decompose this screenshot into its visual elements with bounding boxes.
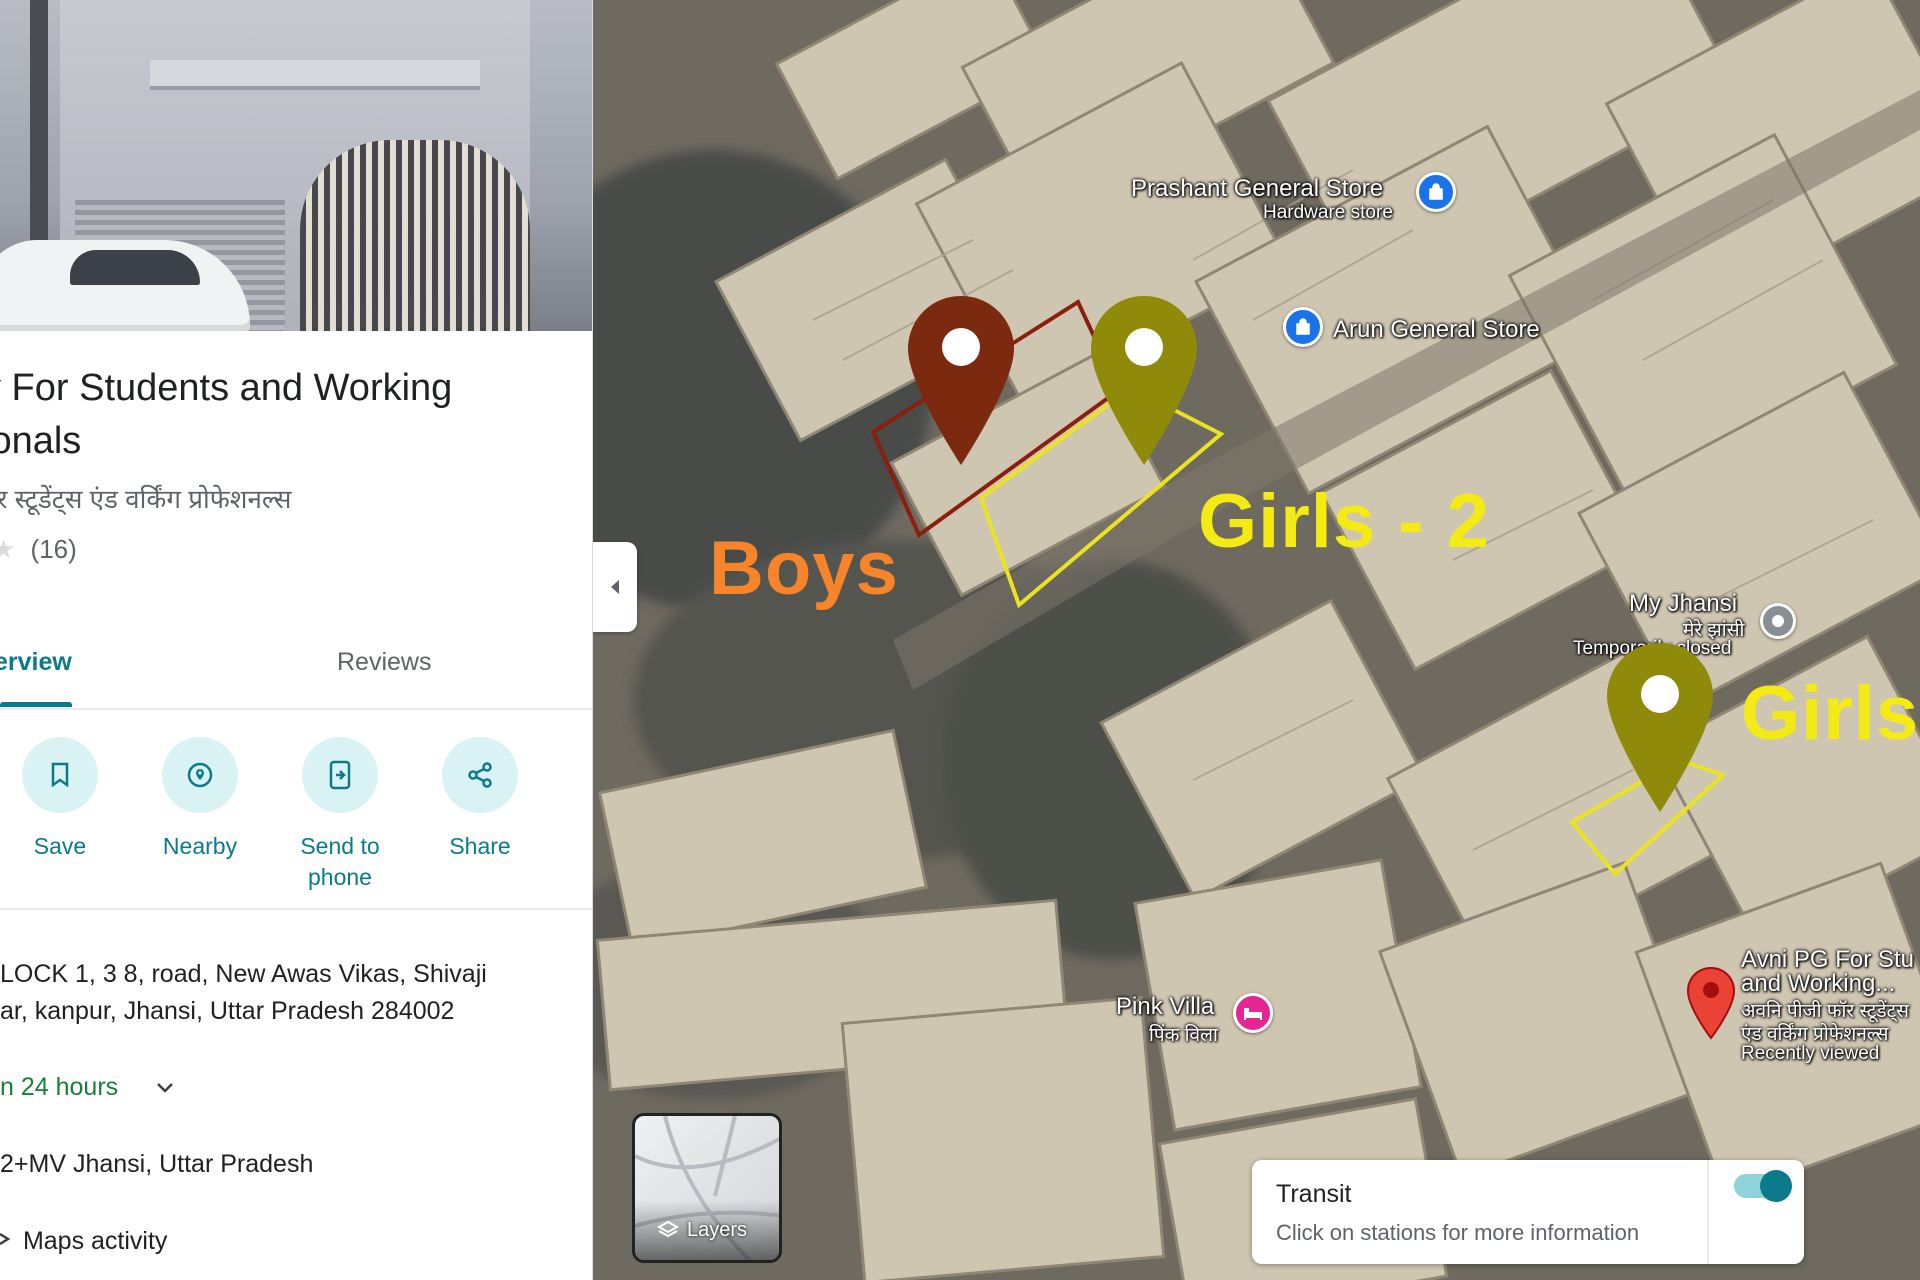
map-pin-icon[interactable] bbox=[1760, 603, 1796, 639]
send-to-phone-icon bbox=[329, 760, 351, 790]
girls-pin-icon bbox=[1604, 640, 1716, 821]
layers-button[interactable]: Layers bbox=[632, 1113, 782, 1263]
hours-row[interactable]: n 24 hours bbox=[0, 1073, 175, 1102]
transit-subtitle: Click on stations for more information bbox=[1276, 1220, 1640, 1245]
boys-pin-icon bbox=[905, 293, 1017, 474]
address-line-1[interactable]: LOCK 1, 3 8, road, New Awas Vikas, Shiva… bbox=[0, 960, 487, 989]
shopping-bag-icon[interactable] bbox=[1416, 172, 1456, 212]
poi-label-pinkvilla[interactable]: Pink Villa bbox=[1116, 993, 1214, 1021]
bookmark-icon bbox=[51, 762, 69, 788]
shopping-bag-icon[interactable] bbox=[1283, 307, 1323, 347]
nearby-button[interactable]: Nearby bbox=[140, 735, 260, 862]
save-button[interactable]: Save bbox=[0, 735, 120, 862]
tab-overview[interactable]: erview bbox=[0, 648, 72, 677]
girls-2-pin-icon bbox=[1088, 293, 1200, 474]
poi-label-avni-2[interactable]: and Working... bbox=[1741, 970, 1895, 998]
place-tabs: erview Reviews bbox=[0, 630, 592, 710]
caret-left-icon bbox=[611, 580, 619, 594]
share-button[interactable]: Share bbox=[420, 735, 540, 862]
transit-toggle[interactable] bbox=[1734, 1170, 1792, 1202]
layers-icon bbox=[657, 1220, 679, 1237]
poi-label-arun[interactable]: Arun General Store bbox=[1333, 316, 1540, 344]
star-icon: ★ bbox=[0, 534, 15, 564]
send-to-phone-button[interactable]: Send to phone bbox=[280, 735, 400, 893]
place-photo[interactable] bbox=[0, 0, 592, 331]
place-details-panel: y For Students and Working ionals फॉर स्… bbox=[0, 0, 593, 1280]
annotation-girls-2: Girls - 2 bbox=[1198, 479, 1490, 564]
transit-card: Transit Click on stations for more infor… bbox=[1252, 1160, 1804, 1264]
maps-window: Prashant General Store Hardware store Ar… bbox=[0, 0, 1920, 1280]
nearby-icon bbox=[187, 762, 213, 788]
annotation-boys: Boys bbox=[709, 526, 899, 611]
rating[interactable]: ★ (16) bbox=[0, 534, 77, 565]
collapse-panel-button[interactable] bbox=[593, 542, 637, 632]
maps-activity-row[interactable]: Maps activity bbox=[0, 1227, 167, 1256]
rating-count: (16) bbox=[30, 534, 77, 564]
activity-icon bbox=[0, 1227, 17, 1255]
annotation-girls: Girls bbox=[1741, 671, 1920, 756]
place-title: y For Students and Working ionals bbox=[0, 367, 453, 462]
poi-label-prashant[interactable]: Prashant General Store bbox=[1131, 175, 1383, 203]
place-subtitle-hindi: फॉर स्टूडेंट्स एंड वर्किंग प्रोफेशनल्स bbox=[0, 484, 292, 514]
satellite-map[interactable]: Prashant General Store Hardware store Ar… bbox=[593, 0, 1920, 1280]
tab-reviews[interactable]: Reviews bbox=[337, 648, 431, 677]
hotel-bed-icon[interactable] bbox=[1233, 993, 1273, 1033]
share-icon bbox=[468, 762, 492, 788]
tab-indicator bbox=[0, 702, 72, 707]
poi-label-pinkvilla-hi: पिंक विला bbox=[1149, 1025, 1218, 1046]
chevron-down-icon bbox=[155, 1075, 175, 1101]
action-bar: Save Nearby Send to phone Share bbox=[0, 735, 592, 910]
poi-sublabel-prashant: Hardware store bbox=[1263, 202, 1393, 223]
transit-title: Transit bbox=[1276, 1180, 1352, 1208]
address-line-2[interactable]: ar, kanpur, Jhansi, Uttar Pradesh 284002 bbox=[0, 997, 454, 1026]
poi-label-myjhansi[interactable]: My Jhansi bbox=[1629, 590, 1737, 618]
poi-label-avni-5: Recently viewed bbox=[1741, 1043, 1880, 1064]
layers-label: Layers bbox=[687, 1219, 748, 1241]
red-place-pin-icon[interactable] bbox=[1686, 966, 1736, 1045]
plus-code[interactable]: 2+MV Jhansi, Uttar Pradesh bbox=[0, 1150, 313, 1179]
